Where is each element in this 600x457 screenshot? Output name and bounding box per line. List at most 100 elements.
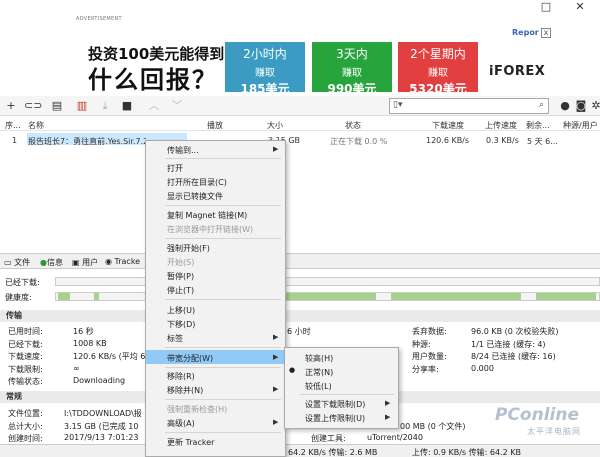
add-link-icon[interactable]: ⊂⊃ <box>24 99 42 113</box>
tab-files[interactable]: ▭ 文件 <box>4 257 30 268</box>
search-icon[interactable]: ⌕ <box>539 100 544 110</box>
info-label: 用户数量: <box>412 352 447 361</box>
row-up-speed: 0.3 KB/s <box>486 136 519 145</box>
menu-separator <box>165 238 281 239</box>
create-torrent-icon[interactable]: ▤ <box>50 99 64 113</box>
menu-item-remove-and[interactable]: 移除并(N) <box>167 385 203 396</box>
submenu-item-upload-limit[interactable]: 设置上传限制(U) <box>305 413 365 424</box>
info-value: I:\TDDOWNLOAD\报 <box>64 409 142 418</box>
ad-offer-box[interactable]: 2小时内 赚取 185美元 <box>225 42 305 96</box>
menu-item-label[interactable]: 标签 <box>167 333 183 344</box>
info-value: 8/24 已连接 (缓存: 16) <box>471 352 556 361</box>
ad-offer-box[interactable]: 2个星期内 赚取 5320美元 <box>398 42 478 96</box>
info-label: 文件位置: <box>8 409 43 418</box>
menu-item-remove[interactable]: 移除(R) <box>167 371 195 382</box>
chat-icon[interactable]: ◙ <box>574 99 588 113</box>
info-value: ∞ <box>73 364 80 373</box>
bulb-icon[interactable]: ● <box>558 99 572 113</box>
col-seeds[interactable]: 种源/用户 <box>563 120 598 131</box>
col-remaining[interactable]: 剩余... <box>526 120 550 131</box>
move-down-icon[interactable]: ﹀ <box>170 99 184 113</box>
chevron-right-icon: ▶ <box>273 145 279 153</box>
close-icon[interactable]: ✕ <box>570 0 590 14</box>
submenu-item-download-limit[interactable]: 设置下载限制(D) <box>305 399 365 410</box>
info-label: 下载速度: <box>8 352 43 361</box>
menu-item-pause[interactable]: 暂停(P) <box>167 271 194 282</box>
folder-icon: ▭ <box>4 258 12 267</box>
info-value: 00 MB (0 个文件) <box>400 422 466 431</box>
tab-peers[interactable]: ▣ 用户 <box>72 257 98 268</box>
info-value: 120.6 KB/s (平均 6 <box>73 352 146 361</box>
menu-item-advanced[interactable]: 高级(A) <box>167 418 195 429</box>
col-play[interactable]: 播放 <box>207 120 223 131</box>
col-num[interactable]: 序... <box>5 120 21 131</box>
menu-item-update-tracker[interactable]: 更新 Tracker <box>167 437 214 448</box>
menu-item-open[interactable]: 打开 <box>167 163 183 174</box>
menu-item-start[interactable]: 开始(S) <box>167 257 194 268</box>
ad-offer-verb: 赚取 <box>255 68 275 79</box>
info-label: 传输状态: <box>8 377 43 386</box>
menu-separator <box>165 158 281 159</box>
remove-icon[interactable]: ▥ <box>75 99 89 113</box>
ad-offer-time: 3天内 <box>336 47 368 61</box>
availability-segment <box>391 293 521 300</box>
menu-item-bandwidth[interactable]: 带宽分配(W) <box>167 353 213 364</box>
tab-trackers[interactable]: ◉ Tracke <box>105 257 140 266</box>
submenu-item-high[interactable]: 较高(H) <box>305 353 333 364</box>
col-down-speed[interactable]: 下载速度 <box>432 120 464 131</box>
menu-item-stop[interactable]: 停止(T) <box>167 285 194 296</box>
ad-offer-box[interactable]: 3天内 赚取 990美元 <box>312 42 392 96</box>
menu-item-force-recheck[interactable]: 强制重新检查(H) <box>167 404 227 415</box>
restore-icon[interactable]: □ <box>536 0 556 14</box>
row-down-speed: 120.6 KB/s <box>426 136 470 145</box>
ad-offer-time: 2小时内 <box>243 47 287 61</box>
menu-item-move-down[interactable]: 下移(D) <box>167 319 195 330</box>
col-status[interactable]: 状态 <box>345 120 361 131</box>
chevron-right-icon: ▶ <box>385 399 391 407</box>
submenu-item-normal[interactable]: 正常(N) <box>305 367 333 378</box>
availability-bar <box>55 292 600 301</box>
col-name[interactable]: 名称 <box>28 120 44 131</box>
move-up-icon[interactable]: ︿ <box>147 99 161 113</box>
menu-item-open-folder[interactable]: 打开所在目录(C) <box>167 177 227 188</box>
availability-segment <box>94 293 99 300</box>
menu-separator <box>300 394 394 395</box>
stop-icon[interactable]: ■ <box>120 99 134 113</box>
ad-close-icon[interactable]: x <box>541 28 551 38</box>
search-input[interactable]: ▯▾ ⌕ <box>389 98 549 114</box>
transfer-heading: 传输 <box>0 310 600 322</box>
menu-item-move-up[interactable]: 上移(U) <box>167 305 195 316</box>
tab-info[interactable]: ●信息 <box>40 257 63 268</box>
info-value: 96.0 KB (0 次校验失败) <box>471 327 559 336</box>
menu-separator <box>165 299 281 300</box>
info-value: 2017/9/13 7:01:23 <box>64 433 139 442</box>
menu-item-transfer-to[interactable]: 传输到... <box>167 145 199 156</box>
col-size[interactable]: 大小 <box>267 120 283 131</box>
submenu-item-low[interactable]: 较低(L) <box>305 381 332 392</box>
info-label: 种源: <box>412 340 431 349</box>
watermark-subtitle: 太平洋电脑网 <box>527 427 581 436</box>
availability-segment <box>286 293 376 300</box>
tracker-icon: ◉ <box>105 257 112 266</box>
menu-item-show-converted[interactable]: 显示已转换文件 <box>167 191 223 202</box>
info-icon: ● <box>40 258 47 267</box>
menu-item-copy-magnet[interactable]: 复制 Magnet 链接(M) <box>167 210 247 221</box>
menu-item-force-start[interactable]: 强制开始(F) <box>167 243 210 254</box>
row-num: 1 <box>12 136 18 145</box>
info-value: uTorrent/2040 <box>367 433 423 442</box>
ad-report-link[interactable]: Repor <box>512 28 539 37</box>
add-torrent-icon[interactable]: + <box>4 99 18 113</box>
download-icon[interactable]: ⤓ <box>98 99 112 113</box>
info-label: 已用时间: <box>8 327 43 336</box>
settings-icon[interactable]: ✲ <box>589 99 600 113</box>
menu-separator <box>165 399 281 400</box>
info-value: Downloading <box>73 376 126 385</box>
col-up-speed[interactable]: 上传速度 <box>485 120 517 131</box>
ad-offer-amount: 5320美元 <box>409 82 467 96</box>
downloaded-bar <box>55 277 600 286</box>
menu-separator <box>165 347 281 348</box>
tab-info-label: 信息 <box>46 258 63 267</box>
menu-item-open-in-browser[interactable]: 在浏览器中打开链接(W) <box>167 224 253 235</box>
info-label: 分享率: <box>412 365 439 374</box>
ad-logo: iFOREX <box>489 64 546 79</box>
